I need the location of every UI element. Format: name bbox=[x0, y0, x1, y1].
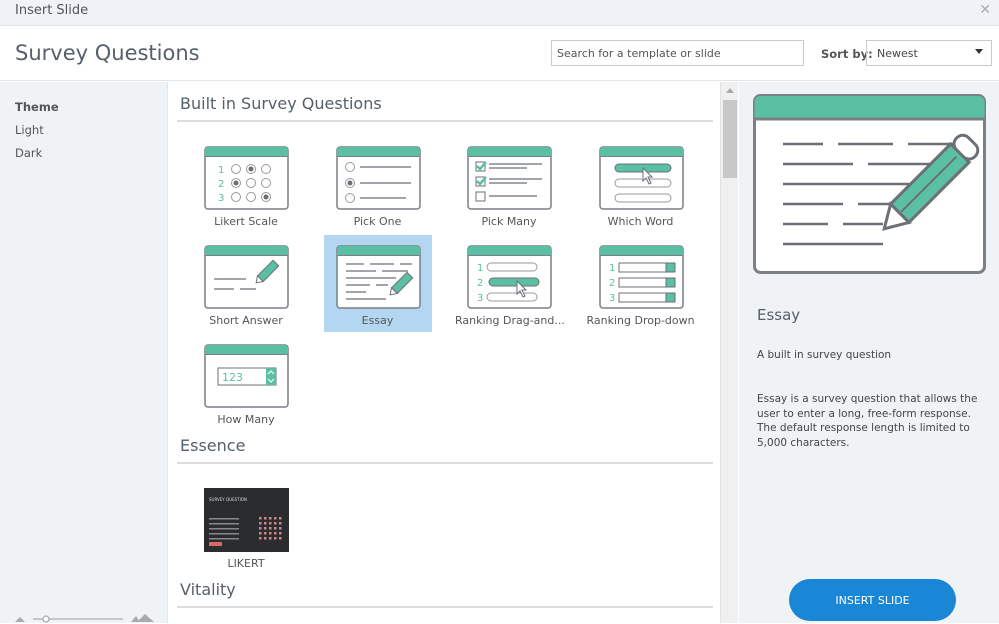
template-tile-dark[interactable]: SURVEY QUESTION LIKERT bbox=[192, 478, 300, 575]
template-description: Essay is a survey question that allows t… bbox=[757, 393, 978, 449]
template-label: Which Word bbox=[607, 215, 674, 228]
details-panel: Essay A built in survey question Essay i… bbox=[739, 82, 999, 623]
template-tile-likert[interactable]: 1 2 3 Likert Scale bbox=[192, 136, 300, 233]
sidebar-item-dark[interactable]: Dark bbox=[15, 146, 42, 160]
close-icon[interactable]: ✕ bbox=[979, 2, 991, 18]
template-tile-essay[interactable]: Essay bbox=[323, 235, 432, 332]
template-tile-howmany[interactable]: 123 How Many bbox=[192, 334, 300, 431]
template-tile-pickone[interactable]: Pick One bbox=[324, 136, 432, 233]
zoom-slider[interactable] bbox=[15, 612, 155, 624]
svg-text:1: 1 bbox=[477, 263, 483, 274]
insert-slide-button[interactable]: INSERT SLIDE bbox=[789, 579, 956, 621]
template-label: Ranking Drop-down bbox=[586, 314, 695, 327]
window-title: Insert Slide bbox=[15, 3, 89, 18]
scrollbar[interactable] bbox=[720, 82, 738, 623]
sidebar: Theme Light Dark bbox=[0, 82, 168, 623]
svg-text:SURVEY QUESTION: SURVEY QUESTION bbox=[209, 497, 247, 502]
template-label: Pick One bbox=[353, 215, 402, 228]
essay-preview-icon bbox=[753, 94, 986, 274]
template-label: Ranking Drag-and... bbox=[455, 314, 565, 327]
sort-label: Sort by: bbox=[821, 47, 873, 61]
template-tile-whichword[interactable]: Which Word bbox=[587, 136, 695, 233]
template-tile-rankdrag[interactable]: 1 2 3 Ranking Drag-and... bbox=[455, 235, 565, 332]
section-divider bbox=[177, 462, 713, 464]
scroll-up-icon[interactable] bbox=[726, 88, 734, 93]
header: Survey Questions Sort by: Newest bbox=[0, 27, 999, 81]
svg-text:2: 2 bbox=[477, 278, 483, 289]
template-name: Essay bbox=[757, 306, 801, 324]
sort-value: Newest bbox=[877, 47, 918, 60]
template-gallery: Built in Survey Questions 1 2 3 Likert Scale… bbox=[169, 82, 720, 623]
section-divider bbox=[177, 120, 713, 122]
template-tile-short[interactable]: Short Answer bbox=[192, 235, 300, 332]
section-title: Essence bbox=[180, 436, 246, 455]
section-title: Built in Survey Questions bbox=[180, 94, 382, 113]
template-tile-rankdrop[interactable]: 1 2 3 Ranking Drop-down bbox=[587, 235, 695, 332]
sidebar-item-light[interactable]: Light bbox=[15, 123, 44, 137]
template-label: LIKERT bbox=[227, 557, 265, 570]
svg-text:3: 3 bbox=[609, 293, 615, 304]
theme-heading: Theme bbox=[15, 100, 59, 114]
svg-text:3: 3 bbox=[218, 193, 224, 204]
template-tile-pickmany[interactable]: Pick Many bbox=[455, 136, 563, 233]
template-label: Likert Scale bbox=[214, 215, 278, 228]
page-title: Survey Questions bbox=[15, 41, 200, 65]
chevron-down-icon bbox=[975, 49, 983, 54]
template-subtitle: A built in survey question bbox=[757, 349, 892, 361]
svg-text:3: 3 bbox=[477, 293, 483, 304]
svg-text:1: 1 bbox=[218, 165, 224, 176]
section-divider bbox=[177, 606, 713, 608]
template-label: Essay bbox=[361, 314, 394, 327]
title-bar: Insert Slide ✕ bbox=[0, 0, 999, 26]
svg-text:2: 2 bbox=[609, 278, 615, 289]
sort-select[interactable]: Newest bbox=[866, 40, 992, 66]
svg-text:1: 1 bbox=[609, 263, 615, 274]
scrollbar-thumb[interactable] bbox=[723, 100, 737, 178]
section-title: Vitality bbox=[180, 580, 236, 599]
svg-text:2: 2 bbox=[218, 179, 224, 190]
template-label: Pick Many bbox=[481, 215, 537, 228]
template-label: How Many bbox=[217, 413, 275, 426]
template-label: Short Answer bbox=[209, 314, 283, 327]
search-input[interactable] bbox=[551, 40, 804, 66]
svg-text:123: 123 bbox=[222, 371, 243, 384]
